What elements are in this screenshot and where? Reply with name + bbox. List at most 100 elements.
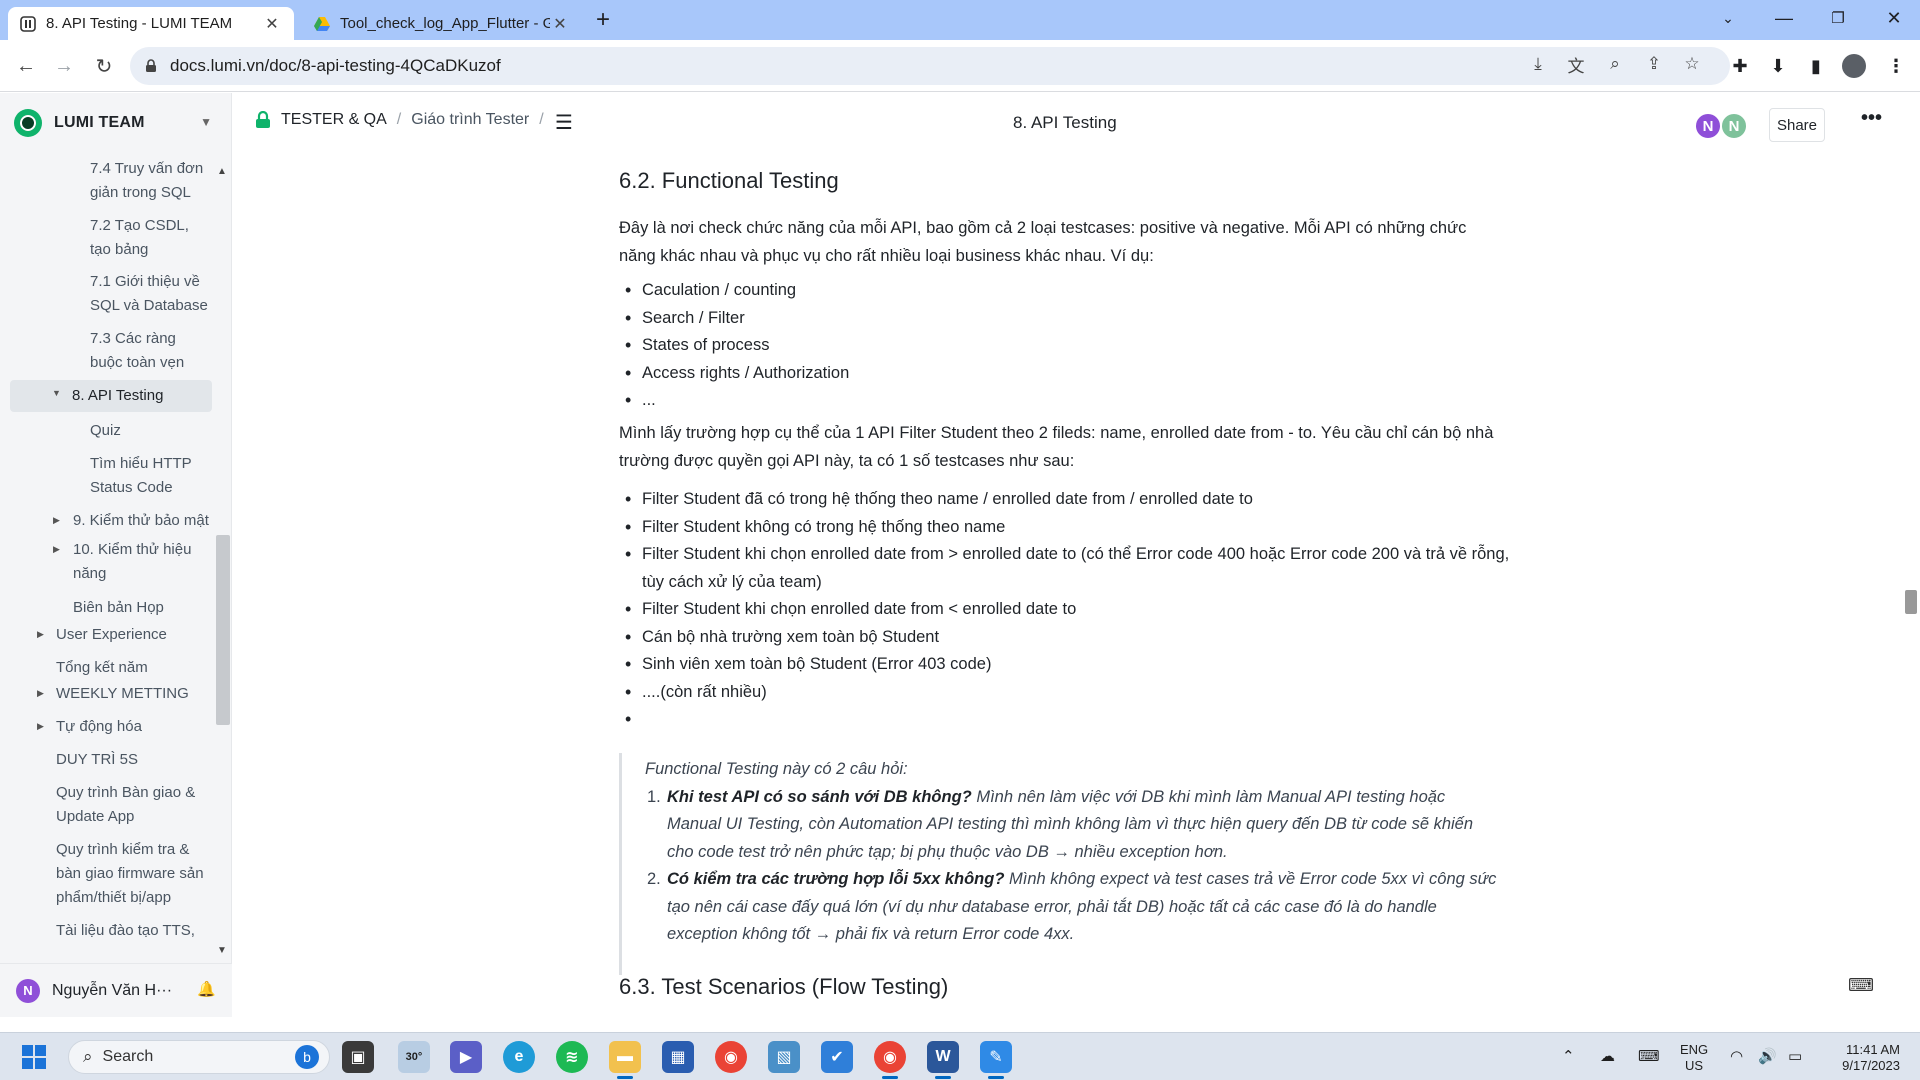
sidebar-item-training-docs[interactable]: Tài liệu đào tạo TTS, (56, 919, 206, 943)
task-view-icon[interactable]: ▣ (342, 1041, 374, 1073)
teams-icon[interactable]: ▶ (450, 1041, 482, 1073)
chrome-profile-icon[interactable]: ◉ (874, 1041, 906, 1079)
sidebar-item-quiz[interactable]: Quiz (90, 419, 208, 443)
microsoft-store-icon[interactable]: ▦ (662, 1041, 694, 1073)
sidebar-item-user-experience[interactable]: User Experience (56, 623, 206, 647)
caret-right-icon[interactable]: ▶ (53, 544, 60, 555)
photos-icon[interactable]: ▧ (768, 1041, 800, 1073)
minimize-icon[interactable]: — (1760, 0, 1808, 36)
document-header: TESTER & QA / Giáo trình Tester / ☰ 8. A… (233, 93, 1920, 153)
caret-right-icon[interactable]: ▶ (37, 688, 44, 699)
tab-tool-check-log[interactable]: Tool_check_log_App_Flutter - Go ✕ (302, 7, 582, 40)
document-tree: 7.4 Truy vấn đơn giản trong SQL 7.2 Tạo … (0, 155, 214, 955)
breadcrumb-collection[interactable]: TESTER & QA (281, 111, 387, 129)
todo-icon[interactable]: ✔ (821, 1041, 853, 1073)
sidebar-item-app-handover[interactable]: Quy trình Bàn giao & Update App (56, 781, 206, 829)
address-bar[interactable]: docs.lumi.vn/doc/8-api-testing-4QCaDKuzo… (130, 47, 1730, 85)
user-profile[interactable]: N Nguyễn Văn H··· 🔔 (0, 963, 232, 1017)
reload-icon[interactable]: ↻ (88, 50, 120, 82)
clock-date: 9/17/2023 (1842, 1058, 1900, 1073)
sidebar-item-weekly-meeting[interactable]: WEEKLY METTING (56, 682, 206, 706)
word-icon[interactable]: W (927, 1041, 959, 1079)
close-tab-icon[interactable]: ✕ (262, 14, 282, 34)
chevron-up-icon[interactable]: ⌃ (1562, 1047, 1575, 1065)
list-item: Search / Filter (625, 305, 1519, 333)
google-drive-icon (314, 16, 330, 31)
file-explorer-icon[interactable]: ▬ (609, 1041, 641, 1079)
caret-down-icon[interactable]: ▼ (52, 381, 61, 405)
downloads-icon[interactable]: ⬇ (1762, 50, 1794, 82)
edge-icon[interactable]: e (503, 1041, 535, 1073)
page-scroll-thumb[interactable] (1905, 590, 1917, 614)
notification-bell-icon[interactable]: 🔔 (197, 980, 216, 998)
tab-api-testing[interactable]: 8. API Testing - LUMI TEAM ✕ (8, 7, 294, 40)
sidebar-item-meeting-minutes[interactable]: Biên bản Họp (73, 596, 203, 620)
list-item: ....(còn rất nhiều) (625, 679, 1519, 707)
list-number: 1. (647, 787, 661, 806)
list-item: Cán bộ nhà trường xem toàn bộ Student (625, 624, 1519, 652)
install-app-icon[interactable]: ⤓ (1524, 50, 1552, 78)
list-item: Filter Student khi chọn enrolled date fr… (625, 596, 1519, 624)
translate-icon[interactable]: 文 (1562, 50, 1590, 78)
new-tab-button[interactable]: + (596, 6, 610, 34)
windows-start-icon[interactable] (22, 1045, 46, 1069)
forward-arrow-icon[interactable]: → (48, 50, 80, 82)
sidebar-item-firmware-handover[interactable]: Quy trình kiểm tra & bàn giao firmware s… (56, 838, 206, 910)
paint-icon[interactable]: ✎ (980, 1041, 1012, 1079)
scroll-up-icon[interactable]: ▲ (217, 166, 227, 177)
sidebar-item-automation[interactable]: Tự động hóa (56, 715, 206, 739)
team-switcher[interactable]: LUMI TEAM ▼ (0, 93, 232, 153)
share-button[interactable]: Share (1769, 108, 1825, 142)
search-label: Search (102, 1048, 154, 1065)
sidebar-item-sql-intro[interactable]: 7.1 Giới thiệu về SQL và Database (90, 270, 208, 318)
caret-right-icon[interactable]: ▶ (53, 515, 60, 526)
scroll-down-icon[interactable]: ▼ (217, 945, 227, 956)
caret-right-icon[interactable]: ▶ (37, 629, 44, 640)
zoom-icon[interactable]: ⌕ (1601, 50, 1629, 78)
system-clock[interactable]: 11:41 AM 9/17/2023 (1820, 1042, 1900, 1074)
sidebar-item-sql-query[interactable]: 7.4 Truy vấn đơn giản trong SQL (90, 157, 208, 205)
language-indicator[interactable]: ENG US (1680, 1042, 1708, 1074)
battery-icon[interactable]: ▭ (1788, 1047, 1802, 1065)
quote-intro: Functional Testing này có 2 câu hỏi: (645, 760, 908, 778)
chevron-down-icon: ▼ (200, 115, 212, 129)
weather-temp: 30° (405, 1051, 423, 1063)
breadcrumb-parent-doc[interactable]: Giáo trình Tester (411, 111, 529, 129)
sidebar-item-constraints[interactable]: 7.3 Các ràng buộc toàn vẹn (90, 327, 208, 375)
taskbar-search[interactable]: ⌕ Search b (68, 1040, 330, 1074)
weather-widget-icon[interactable]: 30° (398, 1041, 430, 1073)
close-tab-icon[interactable]: ✕ (550, 14, 570, 34)
sidebar-item-create-db[interactable]: 7.2 Tạo CSDL, tạo bảng (90, 214, 208, 262)
chrome-icon[interactable]: ◉ (715, 1041, 747, 1073)
sidebar-item-year-summary[interactable]: Tổng kết năm (56, 656, 206, 680)
back-arrow-icon[interactable]: ← (10, 50, 42, 82)
wifi-icon[interactable]: ◠ (1730, 1047, 1743, 1065)
spotify-icon[interactable]: ≋ (556, 1041, 588, 1073)
tab-search-icon[interactable]: ⌄ (1704, 0, 1752, 36)
collaborator-avatar[interactable]: N (1694, 112, 1722, 140)
bing-icon[interactable]: b (295, 1045, 319, 1069)
heading-functional-testing: 6.2. Functional Testing (619, 168, 839, 193)
extensions-icon[interactable]: ✚ (1724, 50, 1756, 82)
keyboard-shortcuts-icon[interactable]: ⌨ (1848, 975, 1874, 996)
profile-avatar[interactable] (1838, 50, 1870, 82)
onedrive-icon[interactable]: ☁ (1600, 1047, 1615, 1065)
table-of-contents-icon[interactable]: ☰ (555, 110, 573, 135)
sidebar-item-5s[interactable]: DUY TRÌ 5S (56, 748, 206, 772)
sidebar-item-http-status[interactable]: Tìm hiểu HTTP Status Code (90, 452, 208, 500)
restore-icon[interactable]: ❐ (1814, 0, 1862, 36)
share-page-icon[interactable]: ⇪ (1640, 50, 1668, 78)
caret-right-icon[interactable]: ▶ (37, 721, 44, 732)
browser-menu-icon[interactable]: ⋮ (1880, 50, 1912, 82)
collaborator-avatar[interactable]: N (1720, 112, 1748, 140)
keyboard-icon[interactable]: ⌨ (1638, 1047, 1660, 1065)
bookmark-star-icon[interactable]: ☆ (1678, 50, 1706, 78)
sidebar-item-performance-testing[interactable]: 10. Kiểm thử hiệu năng (73, 538, 203, 586)
volume-icon[interactable]: 🔊 (1758, 1047, 1777, 1065)
sidebar-item-security-testing[interactable]: 9. Kiểm thử bảo mật (73, 509, 213, 533)
sidebar-scroll-thumb[interactable] (216, 535, 230, 725)
more-options-icon[interactable]: ••• (1861, 107, 1882, 130)
sidebar-item-api-testing[interactable]: ▼ 8. API Testing (10, 380, 212, 412)
side-panel-icon[interactable]: ▮ (1800, 50, 1832, 82)
close-window-icon[interactable]: ✕ (1870, 0, 1918, 36)
